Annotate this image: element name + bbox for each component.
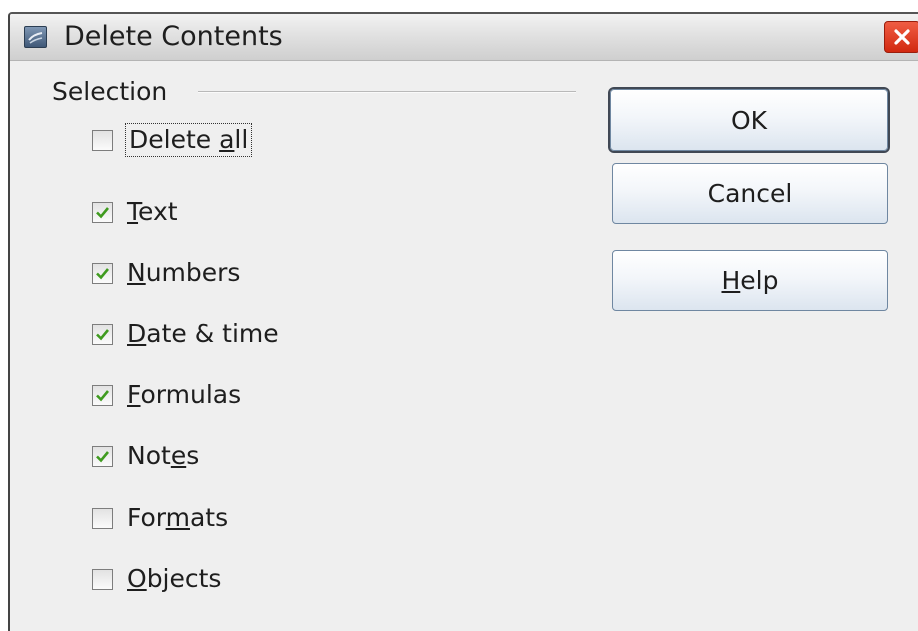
checkbox-notes[interactable] [92,445,113,467]
option-objects[interactable]: Objects [92,563,221,595]
option-formats[interactable]: Formats [92,502,228,534]
option-label: Formats [127,503,229,532]
checkmark-icon [96,450,110,462]
close-button[interactable] [884,21,918,53]
help-button[interactable]: Help [612,250,888,311]
option-label: Objects [127,564,222,593]
ok-button[interactable]: OK [610,89,888,151]
cancel-button[interactable]: Cancel [612,163,888,224]
option-label: Formulas [127,380,242,409]
checkbox-formulas[interactable] [92,384,113,406]
checkbox-delete-all[interactable] [92,129,113,151]
help-label: elp [740,266,779,295]
checkbox-text[interactable] [92,201,113,223]
checkmark-icon [96,267,110,279]
option-label: Date & time [127,319,279,348]
checkbox-date-time[interactable] [92,323,113,345]
group-separator [198,91,576,93]
checkmark-icon [96,206,110,218]
option-label: Notes [127,441,200,470]
option-delete-all[interactable]: Delete all [92,123,253,157]
checkbox-numbers[interactable] [92,262,113,284]
option-label: Numbers [127,258,241,287]
document-window-icon [24,26,47,48]
option-notes[interactable]: Notes [92,440,199,472]
option-numbers[interactable]: Numbers [92,257,240,289]
delete-contents-dialog: Delete Contents Selection Delete all Tex… [8,12,918,631]
checkbox-objects[interactable] [92,568,113,590]
option-formulas[interactable]: Formulas [92,379,241,411]
option-label: Delete all [124,123,253,157]
option-label: Text [127,197,178,226]
close-icon [894,29,910,45]
checkmark-icon [96,389,110,401]
checkbox-formats[interactable] [92,507,113,529]
selection-group-label: Selection [52,77,168,106]
option-date-time[interactable]: Date & time [92,318,279,350]
checkmark-icon [96,328,110,340]
title-bar[interactable]: Delete Contents [10,14,918,61]
option-text[interactable]: Text [92,196,178,228]
dialog-title: Delete Contents [64,21,283,52]
help-mnemonic: H [721,266,741,295]
